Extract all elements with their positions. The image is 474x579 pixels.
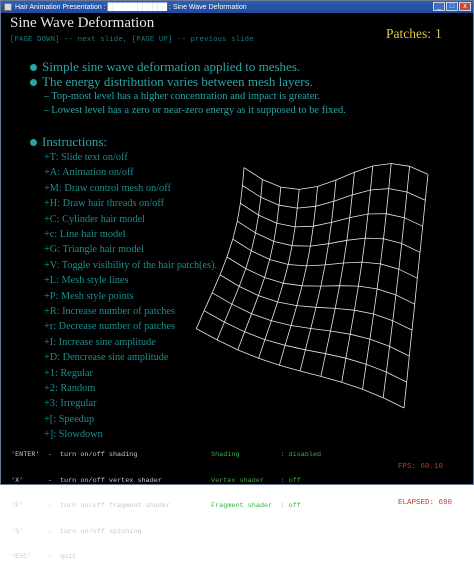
key-binding-line: 'ESC' - quit xyxy=(11,553,77,561)
instruction-item: +D: Dencrease sine amplitude xyxy=(44,352,169,364)
instruction-item: +A: Animation on/off xyxy=(44,167,134,179)
mesh-row-line xyxy=(203,310,407,383)
mesh-row-line xyxy=(243,163,429,190)
mesh-row-line xyxy=(237,220,421,253)
instruction-item: +c: Line hair model xyxy=(44,229,126,240)
instruction-item: +2: Random xyxy=(44,383,96,394)
instruction-item: +R: Increase number of patches xyxy=(44,306,176,317)
shader-state-line: Vertex shader : off xyxy=(211,476,301,485)
mesh-row-line xyxy=(232,238,418,279)
title-bar[interactable]: Hair Animation Presentation : ██████████… xyxy=(1,1,473,13)
minimize-button[interactable]: _ xyxy=(433,2,445,11)
patches-label: Patches: xyxy=(386,26,431,41)
dash-icon: – xyxy=(44,91,50,102)
navigation-hint: [PAGE DOWN] -- next slide, [PAGE UP] -- … xyxy=(10,36,254,44)
mesh-column-line xyxy=(299,179,337,372)
instruction-item: +G: Triangle hair model xyxy=(44,244,144,256)
slide-title: Sine Wave Deformation xyxy=(10,15,155,31)
bullet-item: The energy distribution varies between m… xyxy=(30,74,313,90)
instruction-item: +C: Cylinder hair model xyxy=(44,213,146,225)
sub-bullet-item: – Top-most level has a higher concentrati… xyxy=(44,91,320,102)
fps-readout: FPS: 60.10 xyxy=(398,463,444,471)
mesh-row-line xyxy=(226,256,415,305)
instruction-item: +L: Mesh style lines xyxy=(44,275,129,287)
shader-state-line: Fragment shader : off xyxy=(211,502,301,510)
window-title: Hair Animation Presentation : ██████████… xyxy=(15,3,247,11)
sub-bullet-item: – Lowest level has a zero or near-zero en… xyxy=(44,105,346,116)
deformed-mesh xyxy=(196,163,429,409)
mesh-column-line xyxy=(362,163,392,390)
bullet-item: Simple sine wave deformation applied to … xyxy=(30,59,300,75)
shader-states: Shading : disabled Vertex shader : off F… xyxy=(211,434,321,528)
instruction-item: +r: Decrease number of patches xyxy=(44,321,176,333)
performance-stats: FPS: 60.10 ELAPSED: 690 xyxy=(398,437,452,533)
instruction-item: +V: Toggle visibility of the hair patch(… xyxy=(44,259,218,271)
shader-state-line: Shading : disabled xyxy=(211,451,322,459)
window-controls: _ □ x xyxy=(433,2,471,11)
instruction-item: +M: Draw control mesh on/off xyxy=(44,182,171,194)
instruction-item: +I: Increase sine amplitude xyxy=(44,336,156,348)
key-binding-line: 'X' - turn on/off vertex shader xyxy=(11,476,162,485)
bullet-dot-icon xyxy=(30,63,37,71)
instruction-item: +H: Draw hair threads on/off xyxy=(44,198,164,210)
app-window: Hair Animation Presentation : ██████████… xyxy=(0,0,474,561)
maximize-button[interactable]: □ xyxy=(446,2,458,11)
mesh-column-line xyxy=(403,174,429,409)
bullet-dot-icon xyxy=(30,78,37,86)
key-bindings: 'ENTER' - turn on/off shading 'X' - turn… xyxy=(11,434,170,579)
key-binding-line: 'ENTER' - turn on/off shading xyxy=(11,451,138,459)
close-button[interactable]: x xyxy=(459,2,471,11)
mesh-column-line xyxy=(258,189,300,359)
key-binding-line: 'S' - turn on/off spinning xyxy=(11,527,142,536)
instructions-heading: Instructions: xyxy=(30,134,107,150)
app-icon xyxy=(4,3,12,11)
instruction-item: +P: Mesh style points xyxy=(44,290,134,302)
dash-icon: – xyxy=(44,105,50,116)
instruction-item: +3: Irregular xyxy=(44,398,97,410)
instruction-item: +[: Speedup xyxy=(44,413,95,425)
mesh-column-line xyxy=(320,172,355,377)
mesh-row-line xyxy=(211,292,410,357)
mesh-column-line xyxy=(196,167,245,329)
patches-value: 1 xyxy=(435,26,442,41)
mesh-column-line xyxy=(216,179,263,341)
elapsed-readout: ELAPSED: 690 xyxy=(398,499,453,507)
instruction-item: +1: Regular xyxy=(44,367,93,379)
patches-counter: Patches: 1 xyxy=(382,26,442,42)
key-binding-line: 'F' - turn on/off fragment shader xyxy=(11,502,171,510)
bullet-dot-icon xyxy=(30,138,37,146)
instruction-item: +T: Slide text on/off xyxy=(44,152,128,163)
